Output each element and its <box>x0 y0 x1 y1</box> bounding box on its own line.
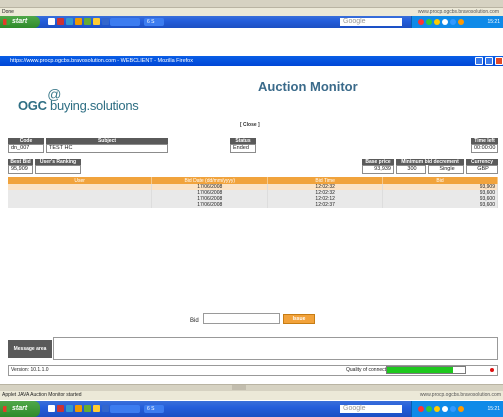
table-header-row: User Bid Date (dd/mm/yyyy) Bid Time Bid <box>8 177 498 184</box>
cell-date: 17/06/2008 <box>151 202 269 208</box>
cell-bid: 93,600 <box>382 202 498 208</box>
top-status-url: www.procp.ogcbs.bravosolution.com <box>417 9 499 15</box>
tray-icon[interactable] <box>434 406 440 412</box>
google-search-box[interactable]: Google <box>340 18 402 26</box>
col-user-header[interactable]: User <box>8 177 153 184</box>
taskbar-bottom: start 6 S Google 15:21 <box>0 401 503 417</box>
tray-icon[interactable] <box>450 19 456 25</box>
desktop-icon[interactable] <box>48 18 55 25</box>
tray-icon[interactable] <box>418 406 424 412</box>
tray-icon[interactable] <box>426 406 432 412</box>
desktop-icon[interactable] <box>48 405 55 412</box>
tray-icon[interactable] <box>450 406 456 412</box>
bottom-status-url: www.procp.ogcbs.bravosolution.com <box>419 392 501 398</box>
maximize-icon[interactable] <box>485 57 493 65</box>
app-icon[interactable] <box>57 405 64 412</box>
tray-icon[interactable] <box>426 19 432 25</box>
tray-icon[interactable] <box>458 19 464 25</box>
taskbar-window-button[interactable]: 6 S <box>144 405 164 413</box>
page-title: Auction Monitor <box>258 79 358 94</box>
app-icon[interactable] <box>84 405 91 412</box>
bids-table: User Bid Date (dd/mm/yyyy) Bid Time Bid … <box>8 177 498 208</box>
taskbar-top: start 6 S Google 15:21 <box>0 16 503 28</box>
folder-icon[interactable] <box>93 405 100 412</box>
scrollbar-thumb[interactable] <box>232 385 246 390</box>
firefox-icon[interactable] <box>75 405 82 412</box>
cell-time: 12:02:37 <box>267 202 384 208</box>
ogc-logo: OGC buying.solutions <box>18 98 139 113</box>
user-ranking-value <box>35 165 81 174</box>
quick-launch <box>48 405 109 413</box>
windows-logo-icon <box>3 19 10 25</box>
time-left-value: 00:00:00 <box>471 144 498 153</box>
close-window-icon[interactable] <box>495 57 503 65</box>
clock: 15:21 <box>487 406 500 412</box>
col-date-header[interactable]: Bid Date (dd/mm/yyyy) <box>151 177 269 184</box>
windows-logo-icon <box>3 406 10 412</box>
tray-icon[interactable] <box>442 19 448 25</box>
bid-label: Bid <box>190 318 199 324</box>
connection-status-icon <box>490 368 494 372</box>
firefox-icon[interactable] <box>75 18 82 25</box>
app-icon[interactable] <box>66 18 73 25</box>
col-time-header[interactable]: Bid Time <box>267 177 384 184</box>
window-title-bar: https://www.procp.ogcbs.bravosolution.co… <box>0 56 503 66</box>
min-decrement-unit: Single <box>428 165 464 174</box>
clock: 15:21 <box>487 19 500 25</box>
message-area <box>53 337 498 360</box>
taskbar-window-button[interactable]: 6 S <box>144 18 164 26</box>
app-icon[interactable] <box>102 405 109 412</box>
status-value: Ended <box>230 144 256 153</box>
connection-quality-meter <box>386 366 466 374</box>
quick-launch <box>48 18 109 26</box>
tray-icon[interactable] <box>442 406 448 412</box>
app-icon[interactable] <box>102 18 109 25</box>
minimize-icon[interactable] <box>475 57 483 65</box>
code-value: dn_007 <box>8 144 44 153</box>
app-icon[interactable] <box>84 18 91 25</box>
system-tray: 15:21 <box>411 401 503 417</box>
close-link[interactable]: [ Close ] <box>240 122 260 128</box>
tray-icon[interactable] <box>458 406 464 412</box>
bid-input[interactable] <box>203 313 280 324</box>
min-decrement-value: 300 <box>396 165 426 174</box>
top-status-bar: Done www.procp.ogcbs.bravosolution.com <box>0 8 503 16</box>
taskbar-window-button[interactable] <box>110 405 140 413</box>
system-tray: 15:21 <box>411 16 503 28</box>
top-scrollbar[interactable] <box>0 0 503 8</box>
google-search-box[interactable]: Google <box>340 405 402 413</box>
version-text: Version: 10.1.1.0 <box>11 367 49 373</box>
horizontal-scrollbar[interactable] <box>0 384 503 391</box>
top-status-text: Done <box>2 9 14 15</box>
taskbar-window-button[interactable] <box>110 18 140 26</box>
tray-icon[interactable] <box>434 19 440 25</box>
message-area-label: Message area <box>8 340 52 358</box>
currency-value: GBP <box>466 165 498 174</box>
table-row[interactable]: 17/06/2008 12:02:37 93,600 <box>8 202 498 208</box>
issue-button[interactable]: Issue <box>283 314 315 324</box>
base-price-value: 93,939 <box>362 165 394 174</box>
app-icon[interactable] <box>57 18 64 25</box>
best-bid-value: 95,909 <box>8 165 33 174</box>
connection-quality-fill <box>387 367 454 373</box>
subject-value: TEST HC <box>46 144 168 153</box>
col-bid-header[interactable]: Bid <box>382 177 498 184</box>
cell-user <box>8 202 153 208</box>
folder-icon[interactable] <box>93 18 100 25</box>
tray-icon[interactable] <box>418 19 424 25</box>
app-icon[interactable] <box>66 405 73 412</box>
